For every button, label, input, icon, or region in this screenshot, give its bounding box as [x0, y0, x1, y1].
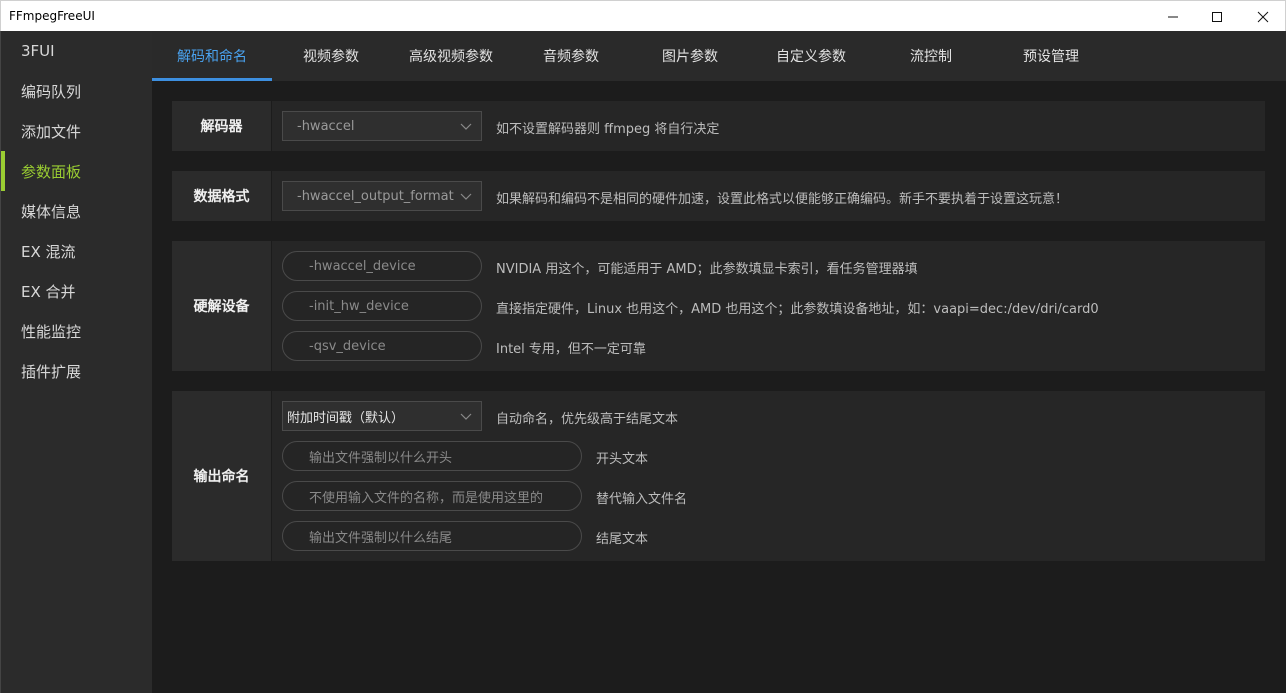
naming-mode-value: 附加时间戳（默认）	[287, 410, 405, 426]
replace-filename-input[interactable]: 不使用输入文件的名称，而是使用这里的	[282, 481, 582, 511]
chevron-down-icon	[460, 123, 472, 130]
prefix-text-hint: 开头文本	[596, 452, 649, 467]
qsv-device-hint: Intel 专用，但不一定可靠	[496, 342, 646, 357]
data-format-hint: 如果解码和编码不是相同的硬件加速，设置此格式以便能够正确编码。新手不要执着于设置…	[496, 192, 1069, 207]
decoder-hint: 如不设置解码器则 ffmpeg 将自行决定	[496, 122, 720, 137]
sidebar-item-add-files[interactable]: 添加文件	[1, 111, 153, 151]
hwaccel-device-input[interactable]: -hwaccel_device	[282, 251, 482, 281]
tab-preset-manage[interactable]: 预设管理	[990, 31, 1112, 81]
replace-filename-hint: 替代输入文件名	[596, 492, 688, 507]
sidebar-item-media-info[interactable]: 媒体信息	[1, 191, 153, 231]
sidebar: 3FUI 编码队列 添加文件 参数面板 媒体信息 EX 混流 EX 合并 性能监…	[0, 31, 152, 693]
sidebar-item-param-panel[interactable]: 参数面板	[1, 151, 153, 191]
output-naming-label: 输出命名	[172, 391, 272, 561]
output-naming-body: 附加时间戳（默认） 自动命名，优先级高于结尾文本 输出文件强制以什么开头 开头文…	[272, 391, 1265, 561]
hw-device-body: -hwaccel_device NVIDIA 用这个，可能适用于 AMD；此参数…	[272, 241, 1265, 371]
tab-audio-params[interactable]: 音频参数	[512, 31, 630, 81]
window-title: FFmpegFreeUI	[9, 9, 95, 23]
minimize-icon	[1168, 16, 1178, 17]
sidebar-item-perf-monitor[interactable]: 性能监控	[1, 311, 153, 351]
chevron-down-icon	[460, 193, 472, 200]
close-button[interactable]	[1240, 1, 1286, 32]
init-hw-device-input[interactable]: -init_hw_device	[282, 291, 482, 321]
tab-decode-naming[interactable]: 解码和命名	[152, 31, 272, 81]
init-hw-device-hint: 直接指定硬件，Linux 也用这个，AMD 也用这个；此参数填设备地址，如：va…	[496, 302, 1099, 317]
tab-bar: 解码和命名 视频参数 高级视频参数 音频参数 图片参数 自定义参数 流控制 预设…	[152, 31, 1286, 81]
sidebar-item-3fui[interactable]: 3FUI	[1, 31, 153, 71]
title-bar: FFmpegFreeUI	[0, 0, 1286, 31]
decoder-body: -hwaccel 如不设置解码器则 ffmpeg 将自行决定	[272, 101, 1265, 151]
tab-advanced-video-params[interactable]: 高级视频参数	[390, 31, 512, 81]
chevron-down-icon	[460, 413, 472, 420]
sidebar-item-encode-queue[interactable]: 编码队列	[1, 71, 153, 111]
naming-mode-hint: 自动命名，优先级高于结尾文本	[496, 412, 679, 427]
main-panel: 解码和命名 视频参数 高级视频参数 音频参数 图片参数 自定义参数 流控制 预设…	[152, 31, 1286, 693]
naming-mode-select[interactable]: 附加时间戳（默认）	[282, 401, 482, 431]
sidebar-item-plugins[interactable]: 插件扩展	[1, 351, 153, 391]
tab-image-params[interactable]: 图片参数	[630, 31, 750, 81]
decoder-select[interactable]: -hwaccel	[282, 111, 482, 141]
suffix-text-hint: 结尾文本	[596, 532, 649, 547]
maximize-icon	[1212, 11, 1222, 22]
tab-video-params[interactable]: 视频参数	[272, 31, 390, 81]
data-format-body: -hwaccel_output_format 如果解码和编码不是相同的硬件加速，…	[272, 171, 1265, 221]
maximize-button[interactable]	[1194, 1, 1240, 32]
data-format-select[interactable]: -hwaccel_output_format	[282, 181, 482, 211]
tab-stream-control[interactable]: 流控制	[872, 31, 990, 81]
qsv-device-input[interactable]: -qsv_device	[282, 331, 482, 361]
hw-device-section: 硬解设备 -hwaccel_device NVIDIA 用这个，可能适用于 AM…	[172, 241, 1265, 371]
decoder-label: 解码器	[172, 101, 272, 151]
suffix-text-input[interactable]: 输出文件强制以什么结尾	[282, 521, 582, 551]
sidebar-item-ex-mux[interactable]: EX 混流	[1, 231, 153, 271]
hwaccel-device-hint: NVIDIA 用这个，可能适用于 AMD；此参数填显卡索引，看任务管理器填	[496, 262, 918, 277]
hw-device-label: 硬解设备	[172, 241, 272, 371]
output-naming-section: 输出命名 附加时间戳（默认） 自动命名，优先级高于结尾文本 输出文件强制以什么开…	[172, 391, 1265, 561]
sidebar-item-ex-merge[interactable]: EX 合并	[1, 271, 153, 311]
data-format-label: 数据格式	[172, 171, 272, 221]
tab-custom-params[interactable]: 自定义参数	[750, 31, 872, 81]
prefix-text-input[interactable]: 输出文件强制以什么开头	[282, 441, 582, 471]
decoder-section: 解码器 -hwaccel 如不设置解码器则 ffmpeg 将自行决定	[172, 101, 1265, 151]
data-format-select-placeholder: -hwaccel_output_format	[297, 188, 454, 204]
decoder-select-placeholder: -hwaccel	[297, 118, 355, 134]
close-icon	[1257, 11, 1269, 22]
data-format-section: 数据格式 -hwaccel_output_format 如果解码和编码不是相同的…	[172, 171, 1265, 221]
minimize-button[interactable]	[1150, 1, 1196, 32]
